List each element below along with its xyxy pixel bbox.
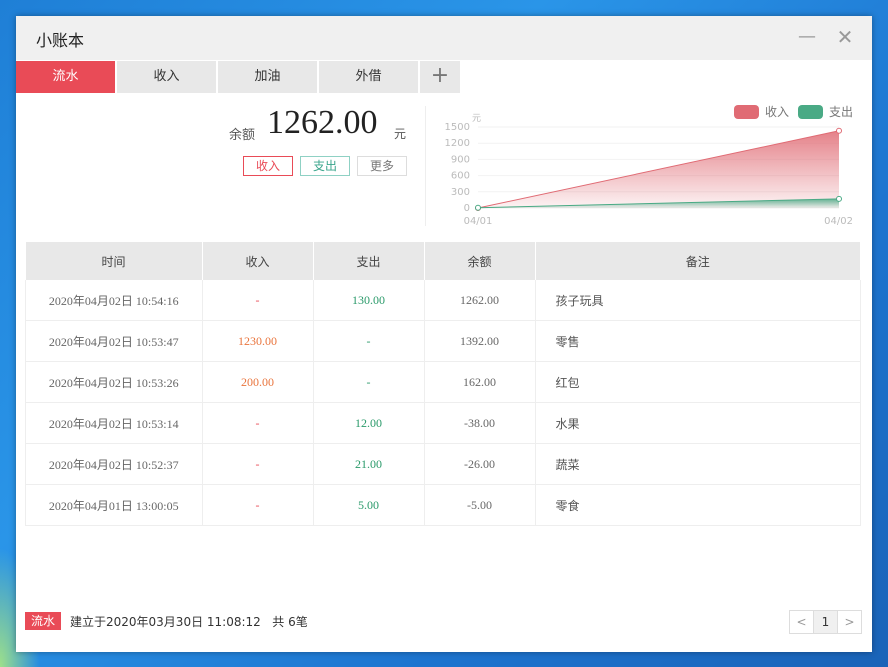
plus-icon[interactable]: + (420, 61, 460, 93)
record-count: 共 6笔 (272, 615, 308, 629)
legend-swatch (734, 105, 759, 119)
add-expense-button[interactable]: 支出 (300, 156, 350, 176)
cell-time: 2020年04月02日 10:53:26 (25, 361, 203, 403)
y-tick-label: 0 (464, 203, 470, 214)
next-page-button[interactable]: > (838, 611, 861, 633)
add-income-button[interactable]: 收入 (243, 156, 293, 176)
app-window: 小账本 — ✕ 流水 收入 加油 外借 + 余额 1262.00 元 收入 支出… (16, 16, 872, 652)
cell-time: 2020年04月02日 10:53:47 (25, 320, 203, 362)
table-row[interactable]: 2020年04月02日 10:53:14 - 12.00 -38.00 水果 (25, 402, 861, 444)
cell-expense: - (313, 320, 425, 362)
trend-chart: 元 0 300 600 900 1200 1500 04/01 04/02 收入 支出 (445, 105, 853, 227)
cell-note: 零食 (535, 484, 861, 526)
footer-info: 建立于2020年03月30日 11:08:12 共 6笔 (70, 613, 308, 630)
cell-expense: 130.00 (313, 280, 425, 321)
tab-loan[interactable]: 外借 (319, 61, 418, 93)
cell-balance: -5.00 (424, 484, 536, 526)
cell-time: 2020年04月01日 13:00:05 (25, 484, 203, 526)
tab-bar: 流水 收入 加油 外借 + (16, 61, 460, 93)
data-point (836, 127, 842, 134)
cell-note: 水果 (535, 402, 861, 444)
cell-balance: 1392.00 (424, 320, 536, 362)
table-row[interactable]: 2020年04月02日 10:54:16 - 130.00 1262.00 孩子… (25, 280, 861, 321)
y-tick-label: 900 (451, 154, 470, 165)
cell-income: - (202, 280, 314, 321)
cell-time: 2020年04月02日 10:52:37 (25, 443, 203, 485)
more-button[interactable]: 更多 (357, 156, 407, 176)
title-bar: 小账本 — ✕ (16, 16, 872, 60)
x-tick-label: 04/01 (464, 216, 493, 227)
legend-label: 收入 (765, 105, 789, 119)
cell-balance: 162.00 (424, 361, 536, 403)
data-point (836, 195, 842, 202)
cell-expense: 12.00 (313, 402, 425, 444)
created-time: 建立于2020年03月30日 11:08:12 (70, 615, 261, 629)
prev-page-button[interactable]: < (790, 611, 813, 633)
page-1-button[interactable]: 1 (813, 611, 838, 633)
pagination: < 1 > (789, 610, 862, 634)
col-balance: 余额 (424, 242, 536, 280)
balance-value: 1262.00 (267, 104, 378, 141)
data-point (475, 204, 481, 211)
cell-income: - (202, 402, 314, 444)
tab-ledger[interactable]: 流水 (16, 61, 115, 93)
cell-expense: 21.00 (313, 443, 425, 485)
legend-label: 支出 (829, 105, 853, 119)
col-expense: 支出 (313, 242, 425, 280)
divider (425, 106, 426, 226)
window-title: 小账本 (36, 31, 85, 50)
footer-tag: 流水 (25, 612, 62, 630)
cell-note: 红包 (535, 361, 861, 403)
balance-label: 余额 (229, 128, 256, 143)
cell-note: 蔬菜 (535, 443, 861, 485)
close-icon[interactable]: ✕ (832, 24, 858, 50)
cell-income: - (202, 484, 314, 526)
y-tick-label: 1200 (445, 138, 470, 149)
table-row[interactable]: 2020年04月02日 10:53:47 1230.00 - 1392.00 零… (25, 320, 861, 362)
y-tick-label: 600 (451, 171, 470, 182)
cell-expense: 5.00 (313, 484, 425, 526)
table-header-row: 时间 收入 支出 余额 备注 (25, 242, 861, 280)
cell-time: 2020年04月02日 10:54:16 (25, 280, 203, 321)
cell-note: 孩子玩具 (535, 280, 861, 321)
col-time: 时间 (25, 242, 203, 280)
cell-income: 1230.00 (202, 320, 314, 362)
legend-swatch (798, 105, 823, 119)
y-tick-label: 1500 (445, 122, 470, 133)
minimize-icon[interactable]: — (794, 24, 820, 50)
cell-balance: -26.00 (424, 443, 536, 485)
cell-time: 2020年04月02日 10:53:14 (25, 402, 203, 444)
cell-balance: 1262.00 (424, 280, 536, 321)
table-row[interactable]: 2020年04月02日 10:52:37 - 21.00 -26.00 蔬菜 (25, 443, 861, 485)
col-income: 收入 (202, 242, 314, 280)
cell-income: 200.00 (202, 361, 314, 403)
balance-unit: 元 (394, 127, 407, 141)
cell-income: - (202, 443, 314, 485)
y-tick-label: 300 (451, 187, 470, 198)
col-note: 备注 (535, 242, 861, 280)
tab-income[interactable]: 收入 (117, 61, 216, 93)
y-unit-label: 元 (472, 114, 481, 124)
tab-fuel[interactable]: 加油 (218, 61, 317, 93)
x-tick-label: 04/02 (824, 216, 853, 227)
cell-balance: -38.00 (424, 402, 536, 444)
ledger-table: 时间 收入 支出 余额 备注 2020年04月02日 10:54:16 - 13… (25, 242, 861, 526)
cell-expense: - (313, 361, 425, 403)
table-row[interactable]: 2020年04月02日 10:53:26 200.00 - 162.00 红包 (25, 361, 861, 403)
cell-note: 零售 (535, 320, 861, 362)
table-row[interactable]: 2020年04月01日 13:00:05 - 5.00 -5.00 零食 (25, 484, 861, 526)
